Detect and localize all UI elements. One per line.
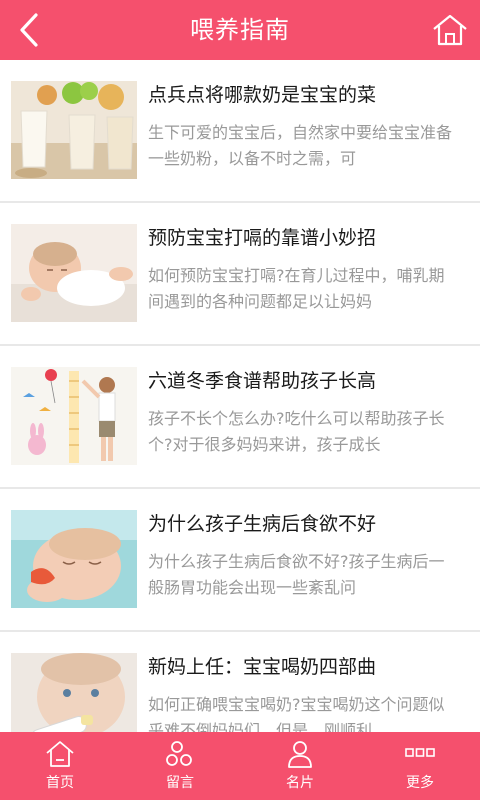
tab-label: 留言 [166, 775, 194, 791]
article-title: 六道冬季食谱帮助孩子长高 [148, 370, 377, 392]
article-thumbnail [11, 224, 137, 322]
article-item[interactable]: 六道冬季食谱帮助孩子长高 孩子不长个怎么办?吃什么可以帮助孩子长个?对于很多妈妈… [0, 346, 480, 489]
article-title: 点兵点将哪款奶是宝宝的菜 [148, 84, 377, 106]
article-title: 为什么孩子生病后食欲不好 [148, 513, 377, 535]
tab-home[interactable]: 首页 [0, 732, 120, 800]
tab-label: 首页 [46, 775, 74, 791]
bottom-tab-bar: 首页 留言 名片 更多 [0, 732, 480, 800]
article-thumbnail [11, 367, 137, 465]
article-thumbnail [11, 81, 137, 179]
article-summary: 如何正确喂宝宝喝奶?宝宝喝奶这个问题似乎难不倒妈妈们，但是，刚顺利 [148, 695, 445, 732]
tab-profile[interactable]: 名片 [240, 732, 360, 800]
article-item[interactable]: 预防宝宝打嗝的靠谱小妙招 如何预防宝宝打嗝?在育儿过程中，哺乳期间遇到的各种问题… [0, 203, 480, 346]
article-title: 新妈上任：宝宝喝奶四部曲 [148, 656, 377, 678]
article-thumbnail [11, 510, 137, 608]
tab-label: 更多 [406, 775, 434, 791]
home-icon [46, 741, 74, 767]
tab-more[interactable]: 更多 [360, 732, 480, 800]
article-summary: 孩子不长个怎么办?吃什么可以帮助孩子长个?对于很多妈妈来讲，孩子成长 [148, 409, 445, 454]
page-title: 喂养指南 [190, 16, 290, 44]
top-bar: 喂养指南 [0, 0, 480, 60]
message-icon [166, 741, 192, 766]
more-icon [405, 748, 435, 757]
article-summary: 为什么孩子生病后食欲不好?孩子生病后一般肠胃功能会出现一些紊乱问 [148, 552, 445, 597]
article-item[interactable]: 点兵点将哪款奶是宝宝的菜 生下可爱的宝宝后，自然家中要给宝宝准备一些奶粉，以备不… [0, 60, 480, 203]
article-thumbnail [11, 653, 137, 732]
tab-message[interactable]: 留言 [120, 732, 240, 800]
article-summary: 如何预防宝宝打嗝?在育儿过程中，哺乳期间遇到的各种问题都足以让妈妈 [148, 266, 445, 311]
article-item[interactable]: 新妈上任：宝宝喝奶四部曲 如何正确喂宝宝喝奶?宝宝喝奶这个问题似乎难不倒妈妈们，… [0, 632, 480, 732]
profile-icon [288, 741, 312, 768]
article-item[interactable]: 为什么孩子生病后食欲不好 为什么孩子生病后食欲不好?孩子生病后一般肠胃功能会出现… [0, 489, 480, 632]
home-icon [433, 14, 467, 46]
tab-label: 名片 [286, 775, 314, 791]
article-summary: 生下可爱的宝宝后，自然家中要给宝宝准备一些奶粉，以备不时之需，可 [148, 123, 452, 168]
article-list: 点兵点将哪款奶是宝宝的菜 生下可爱的宝宝后，自然家中要给宝宝准备一些奶粉，以备不… [0, 60, 480, 732]
article-title: 预防宝宝打嗝的靠谱小妙招 [148, 227, 377, 249]
home-button[interactable] [430, 12, 470, 48]
